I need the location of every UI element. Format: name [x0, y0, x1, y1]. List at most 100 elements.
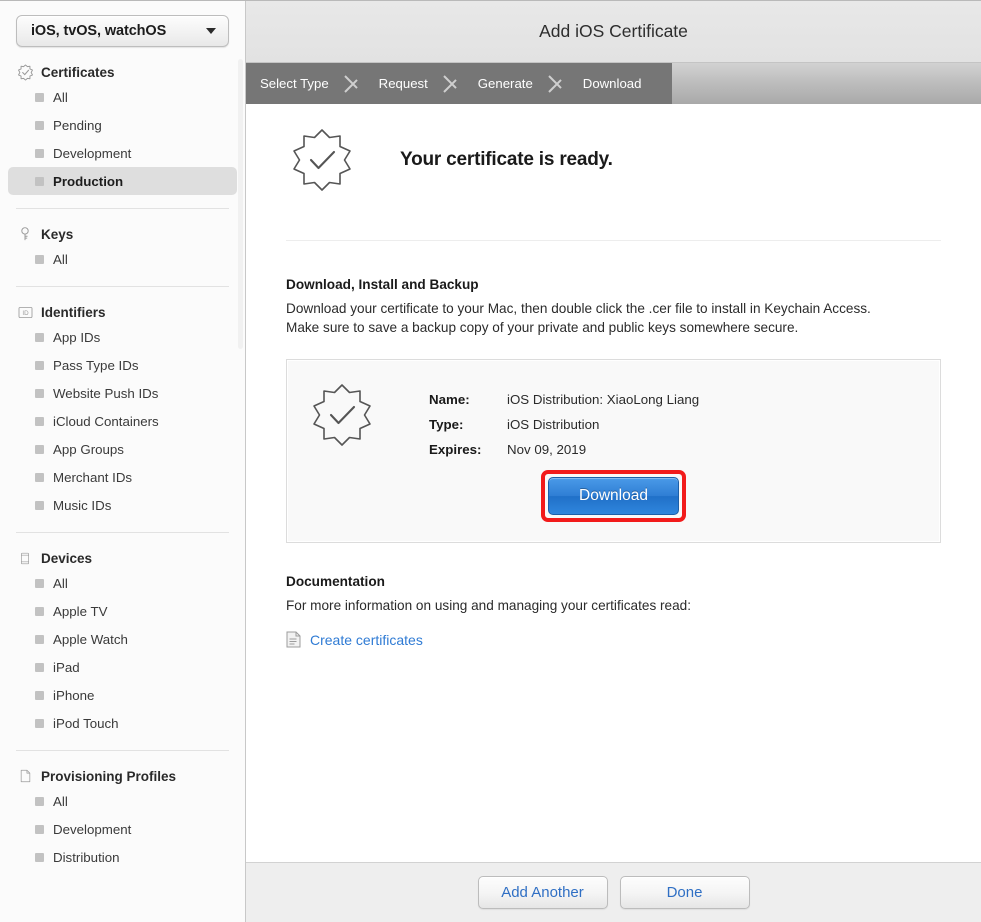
certificate-ready-row: Your certificate is ready. [286, 104, 941, 193]
documentation-line1: For more information on using and managi… [286, 598, 691, 613]
sidebar-item-all[interactable]: All [8, 787, 237, 815]
certificate-field-value: iOS Distribution [507, 417, 600, 432]
sidebar-section-divider [16, 208, 229, 209]
key-icon [16, 225, 34, 243]
sidebar-item-label: iPhone [53, 687, 95, 703]
sidebar-item-icloud-containers[interactable]: iCloud Containers [8, 407, 237, 435]
chevron-right-icon [543, 63, 573, 104]
step-generate[interactable]: Generate [478, 63, 533, 104]
sidebar-section: Provisioning Profiles All Development Distr… [0, 765, 245, 871]
sidebar-section-header[interactable]: Certificates [0, 61, 245, 83]
platform-select-value: iOS, tvOS, watchOS [31, 23, 167, 39]
step-select-type[interactable]: Select Type [260, 63, 329, 104]
bullet-icon [35, 254, 44, 264]
sidebar-item-app-ids[interactable]: App IDs [8, 323, 237, 351]
step-request[interactable]: Request [379, 63, 428, 104]
sidebar-section-header[interactable]: ID Identifiers [0, 301, 245, 323]
documentation-link-row[interactable]: Create certificates [286, 631, 941, 648]
certificate-seal-icon [289, 127, 355, 193]
sidebar-item-app-groups[interactable]: App Groups [8, 435, 237, 463]
bullet-icon [35, 500, 44, 510]
bullet-icon [35, 578, 44, 588]
sidebar-item-ipad[interactable]: iPad [8, 653, 237, 681]
sidebar-item-label: Website Push IDs [53, 385, 159, 401]
sidebar-section-header[interactable]: Keys [0, 223, 245, 245]
certificate-seal-icon [16, 63, 34, 81]
svg-text:ID: ID [22, 310, 29, 317]
certificate-field-label: Name: [429, 392, 470, 407]
sidebar-item-label: All [53, 793, 68, 809]
chevron-down-icon [206, 28, 216, 34]
sidebar-item-label: Apple Watch [53, 631, 128, 647]
bullet-icon [35, 416, 44, 426]
download-section-line1: Download your certificate to your Mac, t… [286, 301, 871, 316]
sidebar-item-label: Music IDs [53, 497, 112, 513]
sidebar-item-pending[interactable]: Pending [8, 111, 237, 139]
certificate-ready-heading: Your certificate is ready. [400, 149, 613, 170]
sidebar-item-ipod-touch[interactable]: iPod Touch [8, 709, 237, 737]
sidebar-item-label: Pass Type IDs [53, 357, 139, 373]
sidebar-item-label: App IDs [53, 329, 101, 345]
document-icon [16, 767, 34, 785]
sidebar-item-pass-type-ids[interactable]: Pass Type IDs [8, 351, 237, 379]
sidebar-section-title: Provisioning Profiles [41, 768, 177, 784]
bullet-icon [35, 472, 44, 482]
bullet-icon [35, 824, 44, 834]
certificate-field-label: Type: [429, 417, 464, 432]
app-window: iOS, tvOS, watchOS Certificates All Pendin… [0, 0, 981, 922]
sidebar-item-apple-watch[interactable]: Apple Watch [8, 625, 237, 653]
certificate-card-body: Name: iOS Distribution: XiaoLong Liang Typ… [287, 360, 940, 467]
sidebar-item-label: All [53, 89, 68, 105]
create-certificates-link[interactable]: Create certificates [310, 632, 423, 648]
bullet-icon [35, 360, 44, 370]
sidebar-scrollbar[interactable] [238, 59, 243, 349]
main-panel: Add iOS Certificate Select Type Request Ge… [246, 1, 981, 922]
sidebar-section-header[interactable]: Devices [0, 547, 245, 569]
step-download[interactable]: Download [583, 63, 642, 104]
sidebar-item-production[interactable]: Production [8, 167, 237, 195]
bullet-icon [35, 444, 44, 454]
chevron-right-icon [339, 63, 369, 104]
sidebar-item-all[interactable]: All [8, 83, 237, 111]
sidebar-item-development[interactable]: Development [8, 815, 237, 843]
sidebar-item-distribution[interactable]: Distribution [8, 843, 237, 871]
certificate-field-label: Expires: [429, 442, 482, 457]
sidebar-item-label: iPad [53, 659, 80, 675]
device-phone-icon [16, 549, 34, 567]
sidebar-section-divider [16, 750, 229, 751]
divider [286, 240, 941, 241]
sidebar-section: Devices All Apple TV Apple Watch iPad iPhone i… [0, 547, 245, 737]
sidebar-item-music-ids[interactable]: Music IDs [8, 491, 237, 519]
step-progress-bar: Select Type Request Generate Download [246, 63, 981, 104]
bullet-icon [35, 690, 44, 700]
bullet-icon [35, 148, 44, 158]
document-icon [286, 631, 301, 648]
sidebar-item-label: Pending [53, 117, 102, 133]
content-area: Your certificate is ready. Download, Ins… [246, 104, 981, 862]
sidebar-item-merchant-ids[interactable]: Merchant IDs [8, 463, 237, 491]
sidebar-section-header[interactable]: Provisioning Profiles [0, 765, 245, 787]
done-button[interactable]: Done [619, 876, 750, 909]
download-highlight-box: Download [541, 470, 686, 522]
bullet-icon [35, 718, 44, 728]
bullet-icon [35, 606, 44, 616]
bullet-icon [35, 852, 44, 862]
sidebar-item-label: Production [53, 173, 124, 189]
footer-bar: Add Another Done [246, 862, 981, 922]
sidebar-item-all[interactable]: All [8, 245, 237, 273]
bullet-icon [35, 388, 44, 398]
sidebar-item-apple-tv[interactable]: Apple TV [8, 597, 237, 625]
sidebar-item-website-push-ids[interactable]: Website Push IDs [8, 379, 237, 407]
sidebar-item-all[interactable]: All [8, 569, 237, 597]
add-another-button[interactable]: Add Another [477, 876, 608, 909]
sidebar-scroll-area: iOS, tvOS, watchOS Certificates All Pendin… [0, 1, 245, 922]
download-button[interactable]: Download [548, 477, 679, 515]
step-label: Request [378, 76, 428, 91]
sidebar-item-label: Apple TV [53, 603, 108, 619]
sidebar-section-divider [16, 286, 229, 287]
sidebar-item-label: Distribution [53, 849, 120, 865]
sidebar-item-development[interactable]: Development [8, 139, 237, 167]
sidebar-item-iphone[interactable]: iPhone [8, 681, 237, 709]
certificate-field-value: iOS Distribution: XiaoLong Liang [507, 392, 700, 407]
platform-select[interactable]: iOS, tvOS, watchOS [16, 15, 229, 47]
